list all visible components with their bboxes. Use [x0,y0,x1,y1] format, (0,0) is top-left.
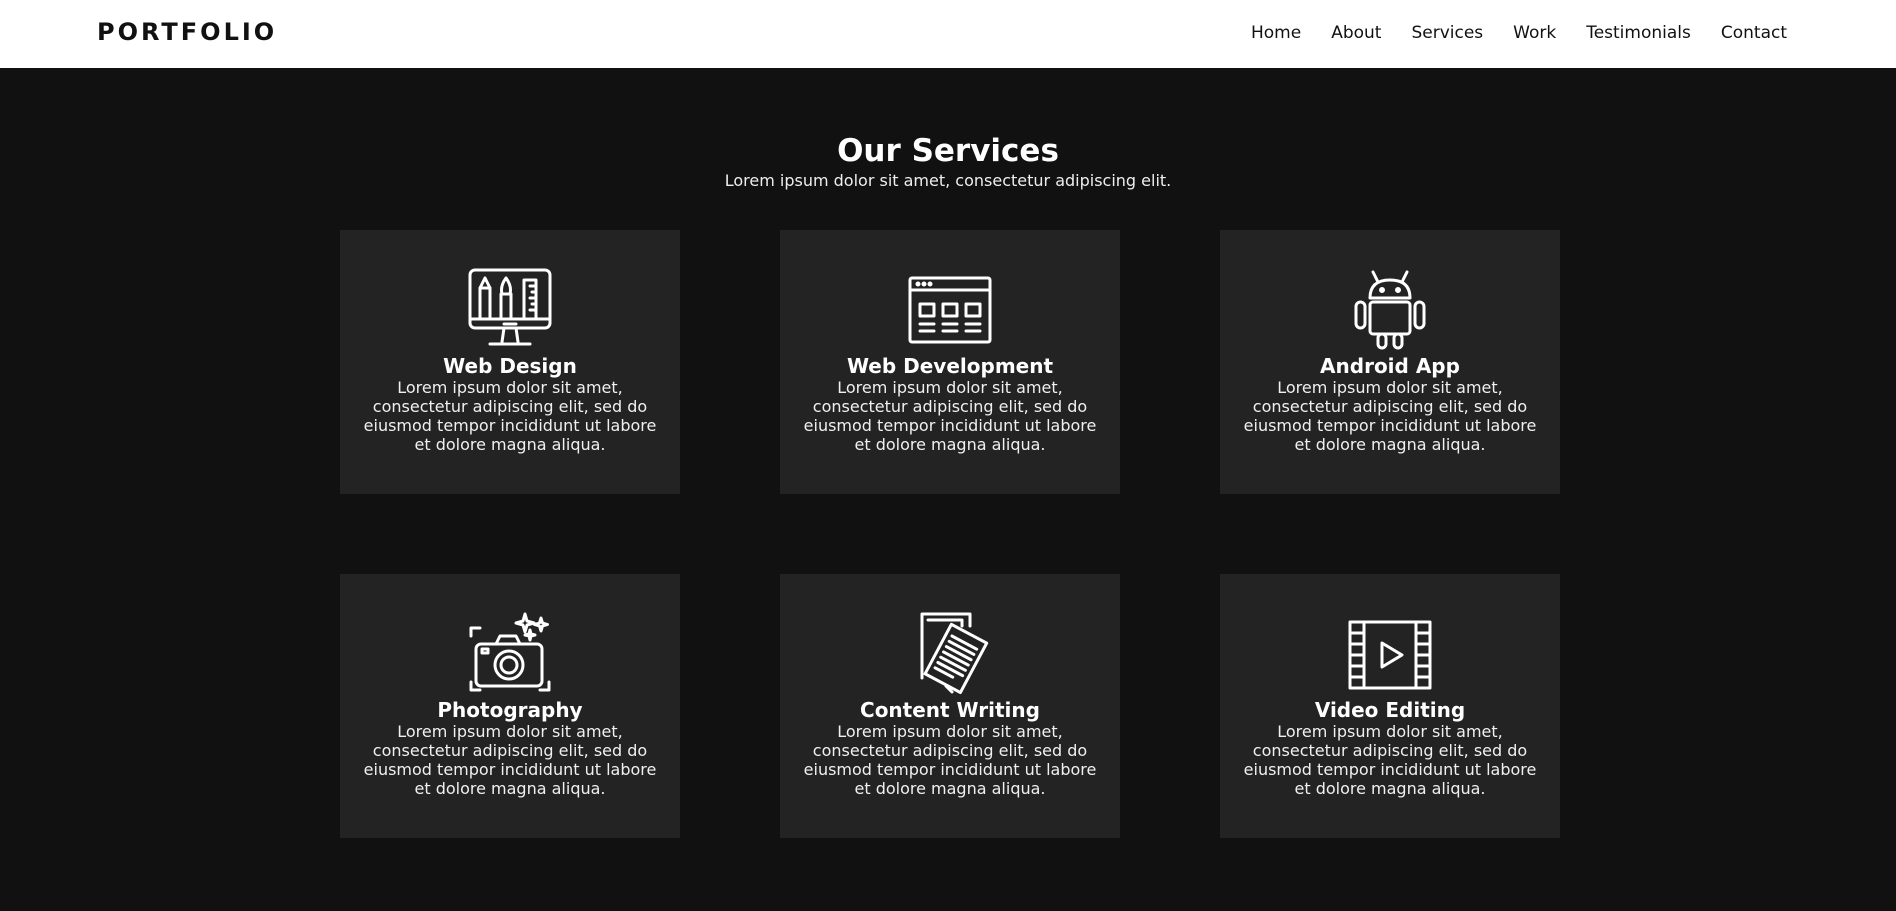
service-card-web-development: Web Development Lorem ipsum dolor sit am… [780,230,1120,494]
section-title: Our Services [837,133,1059,169]
services-section: Our Services Lorem ipsum dolor sit amet,… [0,68,1896,911]
camera-icon [468,612,552,696]
service-description: Lorem ipsum dolor sit amet, consectetur … [803,378,1097,454]
section-subtitle: Lorem ipsum dolor sit amet, consectetur … [724,171,1172,190]
nav-link-testimonials[interactable]: Testimonials [1586,23,1691,43]
service-title: Content Writing [860,698,1040,722]
service-title: Web Design [443,354,577,378]
nav-link-home[interactable]: Home [1251,23,1301,43]
service-description: Lorem ipsum dolor sit amet, consectetur … [1243,722,1537,798]
site-logo[interactable]: PORTFOLIO [97,18,277,46]
nav-link-services[interactable]: Services [1411,23,1483,43]
service-card-web-design: Web Design Lorem ipsum dolor sit amet, c… [340,230,680,494]
web-design-icon [468,268,552,352]
nav-link-about[interactable]: About [1331,23,1381,43]
service-description: Lorem ipsum dolor sit amet, consectetur … [363,722,657,798]
service-title: Web Development [846,354,1054,378]
services-grid: Web Design Lorem ipsum dolor sit amet, c… [340,230,1560,838]
service-card-video-editing: Video Editing Lorem ipsum dolor sit amet… [1220,574,1560,838]
nav-link-work[interactable]: Work [1513,23,1556,43]
navbar: PORTFOLIO Home About Services Work Testi… [0,0,1896,68]
android-icon [1348,268,1432,352]
service-title: Video Editing [1314,698,1466,722]
nav-link-contact[interactable]: Contact [1721,23,1787,43]
service-description: Lorem ipsum dolor sit amet, consectetur … [1243,378,1537,454]
film-play-icon [1348,612,1432,696]
service-card-android-app: Android App Lorem ipsum dolor sit amet, … [1220,230,1560,494]
service-title: Android App [1320,354,1460,378]
service-description: Lorem ipsum dolor sit amet, consectetur … [363,378,657,454]
web-development-icon [908,268,992,352]
service-card-content-writing: Content Writing Lorem ipsum dolor sit am… [780,574,1120,838]
service-card-photography: Photography Lorem ipsum dolor sit amet, … [340,574,680,838]
document-icon [908,612,992,696]
nav-links: Home About Services Work Testimonials Co… [1251,23,1787,43]
service-title: Photography [437,698,583,722]
service-description: Lorem ipsum dolor sit amet, consectetur … [803,722,1097,798]
